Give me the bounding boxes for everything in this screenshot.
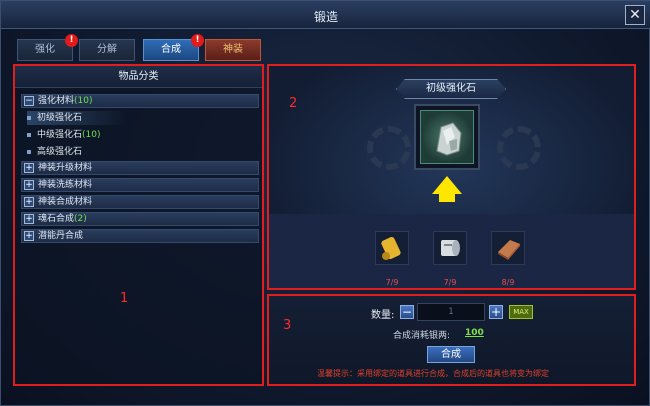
category-label: 强化材料 xyxy=(38,96,75,106)
bullet-icon xyxy=(27,132,31,137)
gear-decoration-icon xyxy=(497,126,541,170)
category-group-divine-upgrade[interactable]: + 神装升级材料 xyxy=(21,161,259,175)
target-item-slot[interactable] xyxy=(414,104,480,170)
cost-value: 100 xyxy=(465,328,484,338)
list-item-advanced-stone[interactable]: 高级强化石 xyxy=(27,145,82,159)
annotation-label-1: 1 xyxy=(120,291,129,306)
expand-icon[interactable]: + xyxy=(24,214,34,224)
material-slot-3[interactable] xyxy=(491,231,525,265)
annotation-label-3: 3 xyxy=(283,318,292,333)
tab-combine-label: 合成 xyxy=(161,44,181,55)
category-header: 物品分类 xyxy=(15,66,262,88)
expand-icon[interactable]: + xyxy=(24,180,34,190)
list-item-label: 初级强化石 xyxy=(37,113,83,123)
category-count: (2) xyxy=(74,214,87,224)
bullet-icon xyxy=(27,115,31,120)
material-slot-2[interactable] xyxy=(433,231,467,265)
tab-combine[interactable]: 合成 ! xyxy=(143,34,204,61)
alert-badge-icon: ! xyxy=(65,34,78,47)
synthesis-preview-panel: 2 初级强化石 7/9 7/9 8/9 xyxy=(267,64,636,290)
material-slot-1[interactable] xyxy=(375,231,409,265)
quantity-increase-button[interactable]: + xyxy=(489,305,503,319)
category-group-divine-refine[interactable]: + 神装洗练材料 xyxy=(21,178,259,192)
tab-divine-gear[interactable]: 神装 xyxy=(205,39,261,61)
alert-badge-icon: ! xyxy=(191,34,204,47)
bullet-icon xyxy=(27,149,31,154)
synthesis-controls-panel: 3 数量: − + MAX 合成消耗银两: 100 合成 温馨提示：采用绑定的道… xyxy=(267,294,636,386)
combine-button[interactable]: 合成 xyxy=(427,346,475,363)
expand-icon[interactable]: + xyxy=(24,231,34,241)
annotation-label-2: 2 xyxy=(289,96,298,111)
stone-icon xyxy=(420,110,474,164)
category-label: 神装合成材料 xyxy=(38,197,93,207)
paper-roll-icon xyxy=(434,240,466,267)
target-item-name: 初级强化石 xyxy=(396,79,506,99)
window-title: 锻造 xyxy=(313,10,338,24)
category-label: 神装升级材料 xyxy=(38,163,93,173)
category-group-divine-combine[interactable]: + 神装合成材料 xyxy=(21,195,259,209)
arrow-up-icon xyxy=(432,176,462,194)
arrow-up-stem xyxy=(439,193,455,202)
list-item-label: 中级强化石 xyxy=(37,130,83,140)
list-item-count: (10) xyxy=(82,130,101,140)
forge-window: 锻造 ✕ 强化 ! 分解 合成 ! 神装 物品分类 − 强化材料(10) 初级强… xyxy=(0,0,650,406)
list-item-label: 高级强化石 xyxy=(37,147,83,157)
cost-label: 合成消耗银两: xyxy=(393,331,451,341)
gear-decoration-icon xyxy=(367,126,411,170)
category-group-potential-pill[interactable]: + 潜能丹合成 xyxy=(21,229,259,243)
tab-enhance[interactable]: 强化 ! xyxy=(17,34,78,61)
material-count-2: 7/9 xyxy=(443,278,457,287)
list-item-mid-stone[interactable]: 中级强化石(10) xyxy=(27,128,101,142)
list-item-basic-stone[interactable]: 初级强化石 xyxy=(27,111,127,125)
close-button[interactable]: ✕ xyxy=(625,5,645,25)
material-count-1: 7/9 xyxy=(385,278,399,287)
category-label: 潜能丹合成 xyxy=(38,231,84,241)
close-icon: ✕ xyxy=(629,7,641,23)
category-group-enhance-materials[interactable]: − 强化材料(10) xyxy=(21,94,259,108)
title-bar: 锻造 ✕ xyxy=(1,1,650,29)
material-count-3: 8/9 xyxy=(501,278,515,287)
quantity-decrease-button[interactable]: − xyxy=(400,305,414,319)
expand-icon[interactable]: + xyxy=(24,197,34,207)
tab-decompose[interactable]: 分解 xyxy=(79,39,135,61)
collapse-icon[interactable]: − xyxy=(24,96,34,106)
scroll-icon xyxy=(376,236,408,267)
max-quantity-button[interactable]: MAX xyxy=(509,305,533,319)
quantity-label: 数量: xyxy=(371,310,395,321)
copper-ingot-icon xyxy=(492,240,524,267)
tab-divine-gear-label: 神装 xyxy=(223,44,243,55)
category-label: 神装洗练材料 xyxy=(38,180,93,190)
category-group-soulstone[interactable]: + 魂石合成(2) xyxy=(21,212,259,226)
category-count: (10) xyxy=(74,96,93,106)
tab-decompose-label: 分解 xyxy=(97,44,117,55)
category-panel: 物品分类 − 强化材料(10) 初级强化石 中级强化石(10) 高级强化石 + … xyxy=(13,64,264,386)
category-label: 魂石合成 xyxy=(38,214,75,224)
expand-icon[interactable]: + xyxy=(24,163,34,173)
tip-text: 温馨提示：采用绑定的道具进行合成，合成后的道具也将变为绑定 xyxy=(317,369,549,378)
quantity-input[interactable] xyxy=(417,303,485,321)
tab-enhance-label: 强化 xyxy=(35,44,55,55)
